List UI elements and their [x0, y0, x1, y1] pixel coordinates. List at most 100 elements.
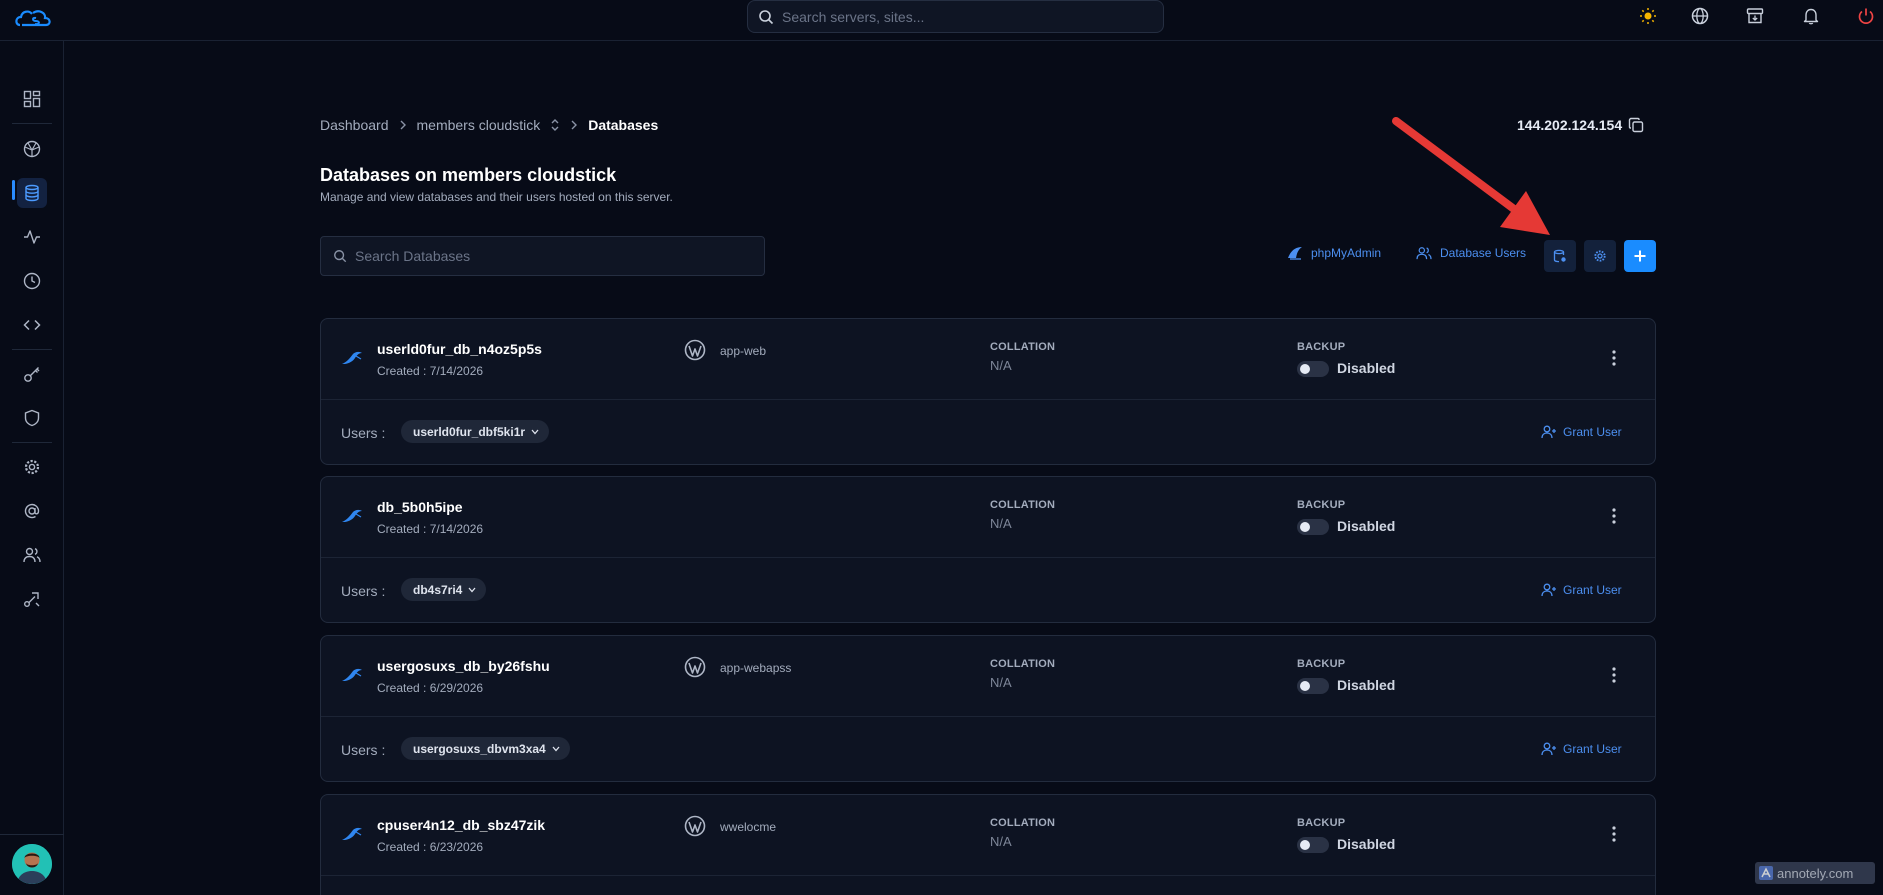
- collation-value: N/A: [990, 358, 1012, 373]
- database-card-header: cpuser4n12_db_sbz47zik Created : 6/23/20…: [321, 795, 1655, 876]
- breadcrumb-dashboard[interactable]: Dashboard: [320, 117, 389, 133]
- phpmyadmin-icon: [1288, 247, 1302, 260]
- database-app[interactable]: app-webapss: [720, 661, 791, 675]
- grant-user-button[interactable]: Grant User: [1541, 742, 1622, 756]
- database-card: usergosuxs_db_by26fshu Created : 6/29/20…: [320, 635, 1656, 782]
- route-icon: [24, 592, 40, 607]
- chevron-down-icon: [552, 746, 560, 751]
- mysql-icon: [342, 351, 362, 364]
- global-search-input[interactable]: Search servers, sites...: [747, 0, 1164, 33]
- database-card-header: userld0fur_db_n4oz5p5s Created : 7/14/20…: [321, 319, 1655, 400]
- sidebar-divider: [12, 123, 52, 124]
- sidebar-item-cron[interactable]: [17, 266, 47, 296]
- phpmyadmin-link[interactable]: phpMyAdmin: [1287, 246, 1381, 260]
- sidebar-item-servers[interactable]: [17, 134, 47, 164]
- more-options-icon[interactable]: [1611, 349, 1617, 367]
- code-icon: [23, 319, 41, 331]
- backup-toggle[interactable]: [1297, 361, 1329, 377]
- gear-icon: [1594, 250, 1606, 262]
- cloudstick-logo[interactable]: [14, 5, 56, 31]
- top-bar: Search servers, sites...: [0, 0, 1883, 41]
- backup-toggle[interactable]: [1297, 519, 1329, 535]
- database-card: db_5b0h5ipe Created : 7/14/2026 COLLATIO…: [320, 476, 1656, 623]
- users-label: Users :: [341, 425, 386, 441]
- sidebar-item-routes[interactable]: [17, 584, 47, 614]
- key-icon: [24, 367, 40, 382]
- collation-label: COLLATION: [990, 817, 1056, 829]
- page-subtitle: Manage and view databases and their user…: [320, 190, 673, 204]
- database-name[interactable]: db_5b0h5ipe: [377, 499, 463, 515]
- sidebar-item-code[interactable]: [17, 310, 47, 340]
- breadcrumb-server[interactable]: members cloudstick: [417, 117, 541, 133]
- database-settings-icon: [1553, 249, 1566, 263]
- user-dropdown-label: db4s7ri4: [413, 582, 463, 597]
- sidebar-item-settings[interactable]: [17, 452, 47, 482]
- user-dropdown[interactable]: db4s7ri4: [401, 578, 487, 601]
- sun-icon[interactable]: [1636, 4, 1660, 28]
- more-options-icon[interactable]: [1611, 507, 1617, 525]
- sidebar-item-users[interactable]: [17, 540, 47, 570]
- user-dropdown[interactable]: userld0fur_dbf5ki1r: [401, 420, 550, 443]
- collation-label: COLLATION: [990, 341, 1056, 353]
- database-created: Created : 6/23/2026: [377, 840, 484, 854]
- database-card-header: db_5b0h5ipe Created : 7/14/2026 COLLATIO…: [321, 477, 1655, 558]
- database-app[interactable]: wwelocme: [720, 820, 776, 834]
- sidebar-item-databases[interactable]: [17, 178, 47, 208]
- archive-icon[interactable]: [1743, 4, 1767, 28]
- copy-icon[interactable]: [1628, 117, 1644, 133]
- add-database-button[interactable]: [1624, 240, 1656, 272]
- database-created: Created : 6/29/2026: [377, 681, 484, 695]
- clock-icon: [23, 272, 41, 290]
- backup-status: Disabled: [1337, 360, 1396, 376]
- sidebar: [0, 41, 64, 895]
- sidebar-item-dashboard[interactable]: [17, 84, 47, 114]
- mysql-icon: [342, 509, 362, 522]
- power-icon[interactable]: [1854, 4, 1878, 28]
- mysql-icon: [342, 827, 362, 840]
- user-dropdown-label: userld0fur_dbf5ki1r: [413, 424, 526, 439]
- mysql-icon: [342, 668, 362, 681]
- users-label: Users :: [341, 583, 386, 599]
- more-options-icon[interactable]: [1611, 666, 1617, 684]
- server-icon: [23, 140, 41, 158]
- bell-icon[interactable]: [1799, 4, 1823, 28]
- sidebar-item-keys[interactable]: [17, 359, 47, 389]
- user-dropdown-label: usergosuxs_dbvm3xa4: [413, 741, 546, 756]
- database-search-input[interactable]: Search Databases: [320, 236, 765, 276]
- chevron-updown-icon[interactable]: [550, 118, 560, 132]
- database-created: Created : 7/14/2026: [377, 364, 484, 378]
- wordpress-icon: [684, 656, 706, 678]
- database-app[interactable]: app-web: [720, 344, 766, 358]
- backup-toggle[interactable]: [1297, 837, 1329, 853]
- collation-label: COLLATION: [990, 499, 1056, 511]
- database-card-header: usergosuxs_db_by26fshu Created : 6/29/20…: [321, 636, 1655, 717]
- sidebar-item-monitoring[interactable]: [17, 222, 47, 252]
- chevron-right-icon: [400, 120, 406, 130]
- grant-user-button[interactable]: Grant User: [1541, 425, 1622, 439]
- grant-user-button[interactable]: Grant User: [1541, 583, 1622, 597]
- globe-icon[interactable]: [1688, 4, 1712, 28]
- users-label: Users :: [341, 742, 386, 758]
- collation-value: N/A: [990, 834, 1012, 849]
- user-plus-icon: [1541, 583, 1556, 597]
- avatar[interactable]: [12, 844, 52, 884]
- database-users-link[interactable]: Database Users: [1416, 246, 1526, 260]
- sidebar-active-indicator: [12, 180, 15, 200]
- database-settings-button[interactable]: [1584, 240, 1616, 272]
- users-icon: [23, 547, 41, 563]
- dashboard-icon: [23, 90, 41, 108]
- wordpress-icon: [684, 815, 706, 837]
- database-name[interactable]: usergosuxs_db_by26fshu: [377, 658, 550, 674]
- backup-toggle[interactable]: [1297, 678, 1329, 694]
- more-options-icon[interactable]: [1611, 825, 1617, 843]
- sidebar-item-email[interactable]: [17, 496, 47, 526]
- database-name[interactable]: cpuser4n12_db_sbz47zik: [377, 817, 545, 833]
- database-users-label: Database Users: [1440, 246, 1527, 260]
- database-name[interactable]: userld0fur_db_n4oz5p5s: [377, 341, 542, 357]
- database-search-placeholder: Search Databases: [355, 248, 471, 264]
- user-dropdown[interactable]: usergosuxs_dbvm3xa4: [401, 737, 570, 760]
- search-icon: [759, 9, 774, 24]
- sidebar-item-security[interactable]: [17, 403, 47, 433]
- backup-label: BACKUP: [1297, 658, 1346, 670]
- grant-user-label: Grant User: [1563, 583, 1622, 597]
